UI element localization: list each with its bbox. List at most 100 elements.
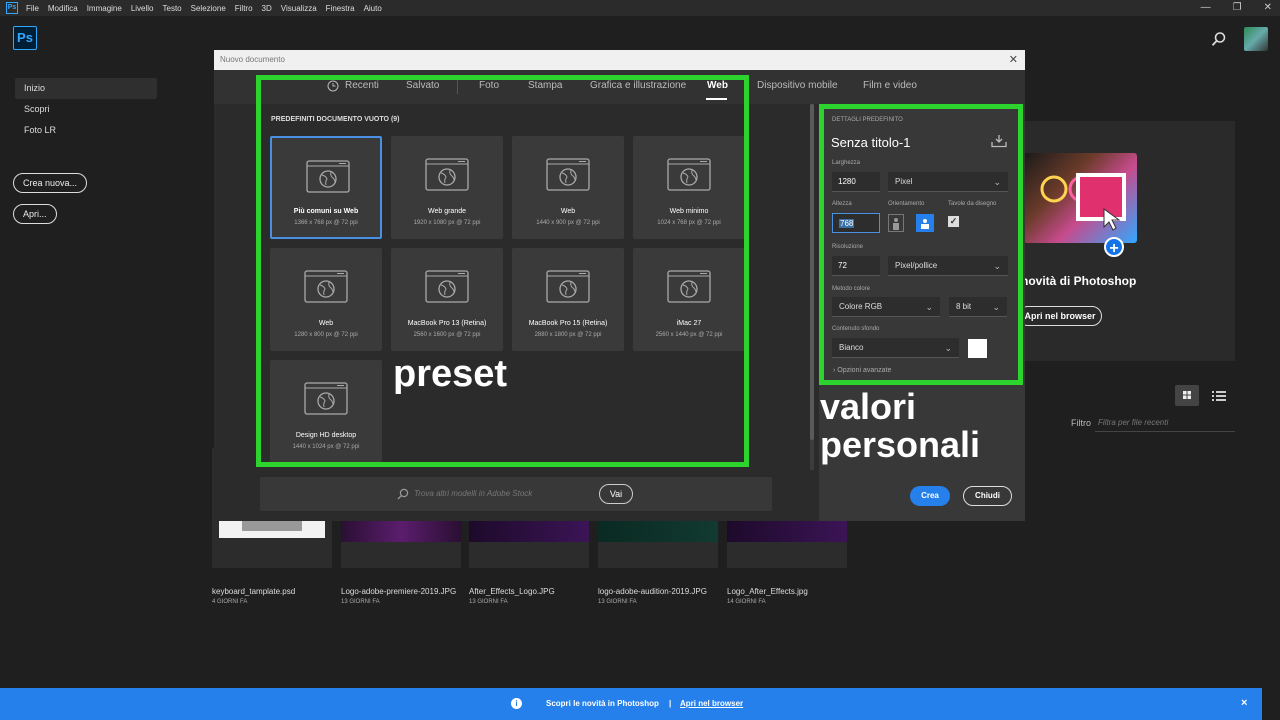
- create-button[interactable]: Crea: [910, 486, 950, 506]
- preset-name: Design HD desktop: [295, 432, 357, 439]
- background-color-swatch[interactable]: [968, 339, 987, 358]
- preset-card[interactable]: Design HD desktop 1440 x 1024 px @ 72 pp…: [270, 360, 382, 463]
- stock-search-input[interactable]: Trova altri modelli in Adobe Stock: [414, 489, 532, 498]
- stock-go-button[interactable]: Vai: [599, 484, 633, 504]
- close-window-icon[interactable]: ✕: [1264, 0, 1272, 16]
- promo-title: novità di Photoshop: [1021, 274, 1137, 288]
- preset-size: 1440 x 900 px @ 72 ppi: [536, 220, 600, 226]
- landscape-orientation-button[interactable]: [916, 214, 934, 232]
- info-icon: i: [511, 698, 522, 709]
- search-icon[interactable]: [1211, 31, 1227, 47]
- photoshop-logo: Ps: [13, 26, 37, 50]
- width-input[interactable]: 1280: [832, 172, 880, 192]
- custom-values-annotation: valori personali: [820, 388, 980, 464]
- tab-web[interactable]: Web: [707, 80, 728, 91]
- banner-close-icon[interactable]: ×: [1241, 697, 1247, 709]
- portrait-orientation-button[interactable]: [888, 214, 904, 232]
- recent-file-name: keyboard_tamplate.psd: [212, 587, 296, 596]
- web-document-icon: [425, 158, 469, 191]
- menu-3d[interactable]: 3D: [262, 4, 272, 13]
- chevron-down-icon: ⌄: [944, 343, 952, 353]
- preset-name: MacBook Pro 15 (Retina): [528, 320, 608, 327]
- document-name-field[interactable]: Senza titolo-1: [831, 135, 911, 150]
- background-select[interactable]: Bianco ⌄: [832, 338, 959, 358]
- presets-scrollbar[interactable]: [810, 104, 814, 470]
- color-mode-select[interactable]: Colore RGB ⌄: [832, 297, 940, 317]
- menu-aiuto[interactable]: Aiuto: [364, 4, 382, 13]
- height-label: Altezza: [832, 201, 852, 207]
- preset-card[interactable]: MacBook Pro 15 (Retina) 2880 x 1800 px @…: [512, 248, 624, 351]
- open-button[interactable]: Apri...: [13, 204, 57, 224]
- preset-card[interactable]: Web 1440 x 900 px @ 72 ppi: [512, 136, 624, 239]
- list-view-icon[interactable]: [1211, 388, 1227, 404]
- menu-livello[interactable]: Livello: [131, 4, 154, 13]
- preset-card[interactable]: Più comuni su Web 1366 x 768 px @ 72 ppi: [270, 136, 382, 239]
- preset-card[interactable]: MacBook Pro 13 (Retina) 2560 x 1600 px @…: [391, 248, 503, 351]
- sidebar-item-foto-lr[interactable]: Foto LR: [15, 120, 157, 141]
- tab-stampa[interactable]: Stampa: [528, 80, 562, 91]
- scrollbar-thumb[interactable]: [810, 104, 814, 440]
- menu-selezione[interactable]: Selezione: [191, 4, 226, 13]
- artboards-checkbox[interactable]: ✓: [948, 216, 959, 227]
- search-icon: [397, 488, 409, 500]
- close-button[interactable]: Chiudi: [963, 486, 1012, 506]
- preset-annotation: preset: [393, 353, 508, 395]
- web-document-icon: [304, 270, 348, 303]
- notification-banner: i Scopri le novità in Photoshop | Apri n…: [0, 688, 1262, 720]
- web-document-icon: [667, 270, 711, 303]
- preset-card[interactable]: iMac 27 2560 x 1440 px @ 72 ppi: [633, 248, 745, 351]
- banner-separator: |: [669, 699, 672, 708]
- grid-view-button[interactable]: [1175, 385, 1199, 406]
- filter-recent-input[interactable]: Filtra per file recenti: [1095, 417, 1235, 432]
- preset-name: Web: [560, 208, 576, 215]
- orientation-label: Orientamento: [888, 201, 925, 207]
- menu-file[interactable]: File: [26, 4, 39, 13]
- minimize-icon[interactable]: —: [1201, 0, 1211, 16]
- sidebar-item-scopri[interactable]: Scopri: [15, 99, 157, 120]
- menu-finestra[interactable]: Finestra: [326, 4, 355, 13]
- create-new-button[interactable]: Crea nuova...: [13, 173, 88, 193]
- tab-foto[interactable]: Foto: [479, 80, 499, 91]
- preset-name: Web grande: [427, 208, 466, 215]
- active-tab-indicator: [706, 98, 727, 100]
- tab-film-video[interactable]: Film e video: [863, 80, 917, 91]
- plus-icon: +: [1104, 237, 1124, 257]
- tab-salvato[interactable]: Salvato: [406, 80, 439, 91]
- custom-values-line-2: personali: [820, 423, 981, 465]
- bit-depth-select[interactable]: 8 bit ⌄: [949, 297, 1007, 317]
- restore-icon[interactable]: ❐: [1233, 0, 1242, 16]
- save-preset-icon[interactable]: [991, 134, 1007, 148]
- preset-card[interactable]: Web 1280 x 800 px @ 72 ppi: [270, 248, 382, 351]
- photoshop-mini-icon[interactable]: Ps: [6, 2, 18, 14]
- dialog-close-icon[interactable]: ✕: [1009, 50, 1018, 70]
- open-in-browser-button[interactable]: Apri nel browser: [1018, 306, 1102, 326]
- menu-modifica[interactable]: Modifica: [48, 4, 78, 13]
- sidebar-item-inizio[interactable]: Inizio: [15, 78, 157, 99]
- height-input[interactable]: 768: [832, 213, 880, 233]
- menu-filtro[interactable]: Filtro: [235, 4, 253, 13]
- menu-visualizza[interactable]: Visualizza: [281, 4, 317, 13]
- menu-bar: Ps File Modifica Immagine Livello Testo …: [0, 0, 1280, 16]
- user-avatar[interactable]: [1244, 27, 1268, 51]
- advanced-options-toggle[interactable]: › Opzioni avanzate: [833, 367, 891, 374]
- dialog-titlebar: Nuovo documento ✕: [214, 50, 1025, 70]
- tab-dispositivo-mobile[interactable]: Dispositivo mobile: [757, 80, 838, 91]
- chevron-down-icon: ⌄: [993, 261, 1001, 271]
- banner-open-browser-link[interactable]: Apri nel browser: [680, 699, 743, 708]
- web-document-icon: [546, 158, 590, 191]
- menu-testo[interactable]: Testo: [163, 4, 182, 13]
- preset-card[interactable]: Web minimo 1024 x 768 px @ 72 ppi: [633, 136, 745, 239]
- tab-grafica[interactable]: Grafica e illustrazione: [590, 80, 686, 91]
- resolution-unit-select[interactable]: Pixel/pollice ⌄: [888, 256, 1008, 276]
- web-document-icon: [425, 270, 469, 303]
- web-document-icon: [304, 382, 348, 415]
- section-count: (9): [390, 116, 400, 123]
- width-unit-select[interactable]: Pixel ⌄: [888, 172, 1008, 192]
- section-title: PREDEFINITI DOCUMENTO VUOTO (9): [271, 116, 400, 123]
- width-label: Larghezza: [832, 160, 861, 166]
- preset-card[interactable]: Web grande 1920 x 1080 px @ 72 ppi: [391, 136, 503, 239]
- resolution-input[interactable]: 72: [832, 256, 880, 276]
- custom-values-line-1: valori: [820, 386, 917, 427]
- menu-immagine[interactable]: Immagine: [87, 4, 122, 13]
- tab-recenti[interactable]: Recenti: [345, 80, 379, 91]
